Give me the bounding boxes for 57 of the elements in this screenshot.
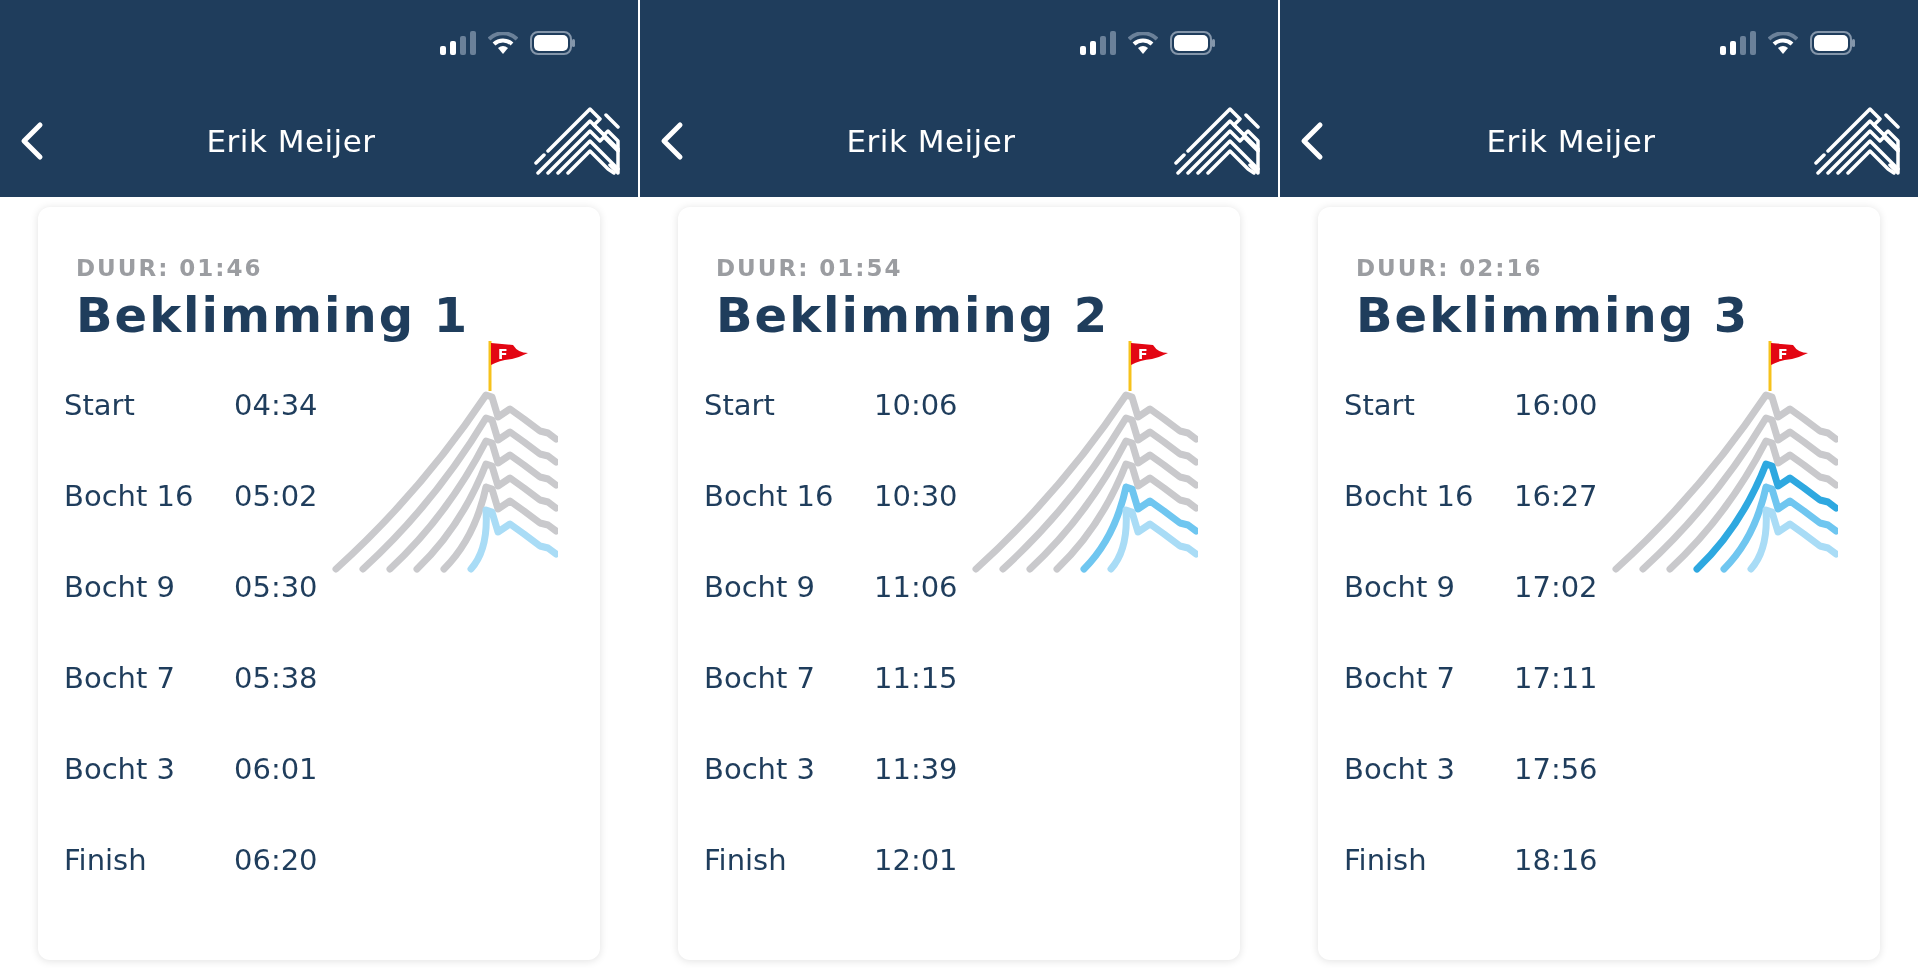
split-label: Start bbox=[1344, 387, 1416, 424]
split-label: Bocht 7 bbox=[1344, 660, 1456, 697]
signal-icon bbox=[1080, 30, 1116, 55]
screen-title: Erik Meijer bbox=[1485, 123, 1657, 159]
split-time: 16:00 bbox=[1514, 387, 1598, 424]
split-time: 04:34 bbox=[234, 387, 318, 424]
mountain-logo-icon bbox=[1174, 107, 1260, 175]
split-label: Bocht 3 bbox=[64, 751, 176, 788]
wifi-icon bbox=[488, 31, 518, 54]
split-label: Bocht 7 bbox=[704, 660, 816, 697]
signal-icon bbox=[440, 30, 476, 55]
split-label: Finish bbox=[1344, 842, 1428, 879]
split-label: Finish bbox=[704, 842, 788, 879]
duration-label: DUUR: 01:46 bbox=[75, 255, 264, 281]
climb-title: Beklimming 1 bbox=[76, 287, 470, 343]
split-time: 17:11 bbox=[1514, 660, 1598, 697]
split-label: Start bbox=[704, 387, 776, 424]
duration-label: DUUR: 02:16 bbox=[1355, 255, 1544, 281]
battery-icon bbox=[1170, 30, 1216, 55]
split-time: 05:38 bbox=[234, 660, 318, 697]
split-time: 10:06 bbox=[874, 387, 958, 424]
climb-title: Beklimming 2 bbox=[716, 287, 1110, 343]
split-time: 05:02 bbox=[234, 478, 318, 515]
split-time: 18:16 bbox=[1514, 842, 1598, 879]
split-label: Bocht 16 bbox=[1344, 478, 1475, 515]
split-time: 16:27 bbox=[1514, 478, 1598, 515]
split-time: 11:15 bbox=[874, 660, 958, 697]
split-time: 05:30 bbox=[234, 569, 318, 606]
split-label: Start bbox=[64, 387, 136, 424]
split-label: Bocht 16 bbox=[64, 478, 195, 515]
split-time: 11:39 bbox=[874, 751, 958, 788]
battery-icon bbox=[530, 30, 576, 55]
split-label: Finish bbox=[64, 842, 148, 879]
split-time: 11:06 bbox=[874, 569, 958, 606]
split-time: 17:56 bbox=[1514, 751, 1598, 788]
split-label: Bocht 9 bbox=[704, 569, 816, 606]
split-label: Bocht 9 bbox=[64, 569, 176, 606]
split-time: 12:01 bbox=[874, 842, 958, 879]
split-label: Bocht 9 bbox=[1344, 569, 1456, 606]
split-time: 10:30 bbox=[874, 478, 958, 515]
split-label: Bocht 7 bbox=[64, 660, 176, 697]
signal-icon bbox=[1720, 30, 1756, 55]
duration-label: DUUR: 01:54 bbox=[715, 255, 904, 281]
split-time: 06:01 bbox=[234, 751, 318, 788]
wifi-icon bbox=[1768, 31, 1798, 54]
split-label: Bocht 16 bbox=[704, 478, 835, 515]
mountain-logo-icon bbox=[1814, 107, 1900, 175]
split-time: 06:20 bbox=[234, 842, 318, 879]
climb-title: Beklimming 3 bbox=[1356, 287, 1750, 343]
wifi-icon bbox=[1128, 31, 1158, 54]
battery-icon bbox=[1810, 30, 1856, 55]
split-label: Bocht 3 bbox=[1344, 751, 1456, 788]
split-label: Bocht 3 bbox=[704, 751, 816, 788]
mountain-logo-icon bbox=[534, 107, 620, 175]
screen-title: Erik Meijer bbox=[845, 123, 1017, 159]
screen-title: Erik Meijer bbox=[205, 123, 377, 159]
split-time: 17:02 bbox=[1514, 569, 1598, 606]
